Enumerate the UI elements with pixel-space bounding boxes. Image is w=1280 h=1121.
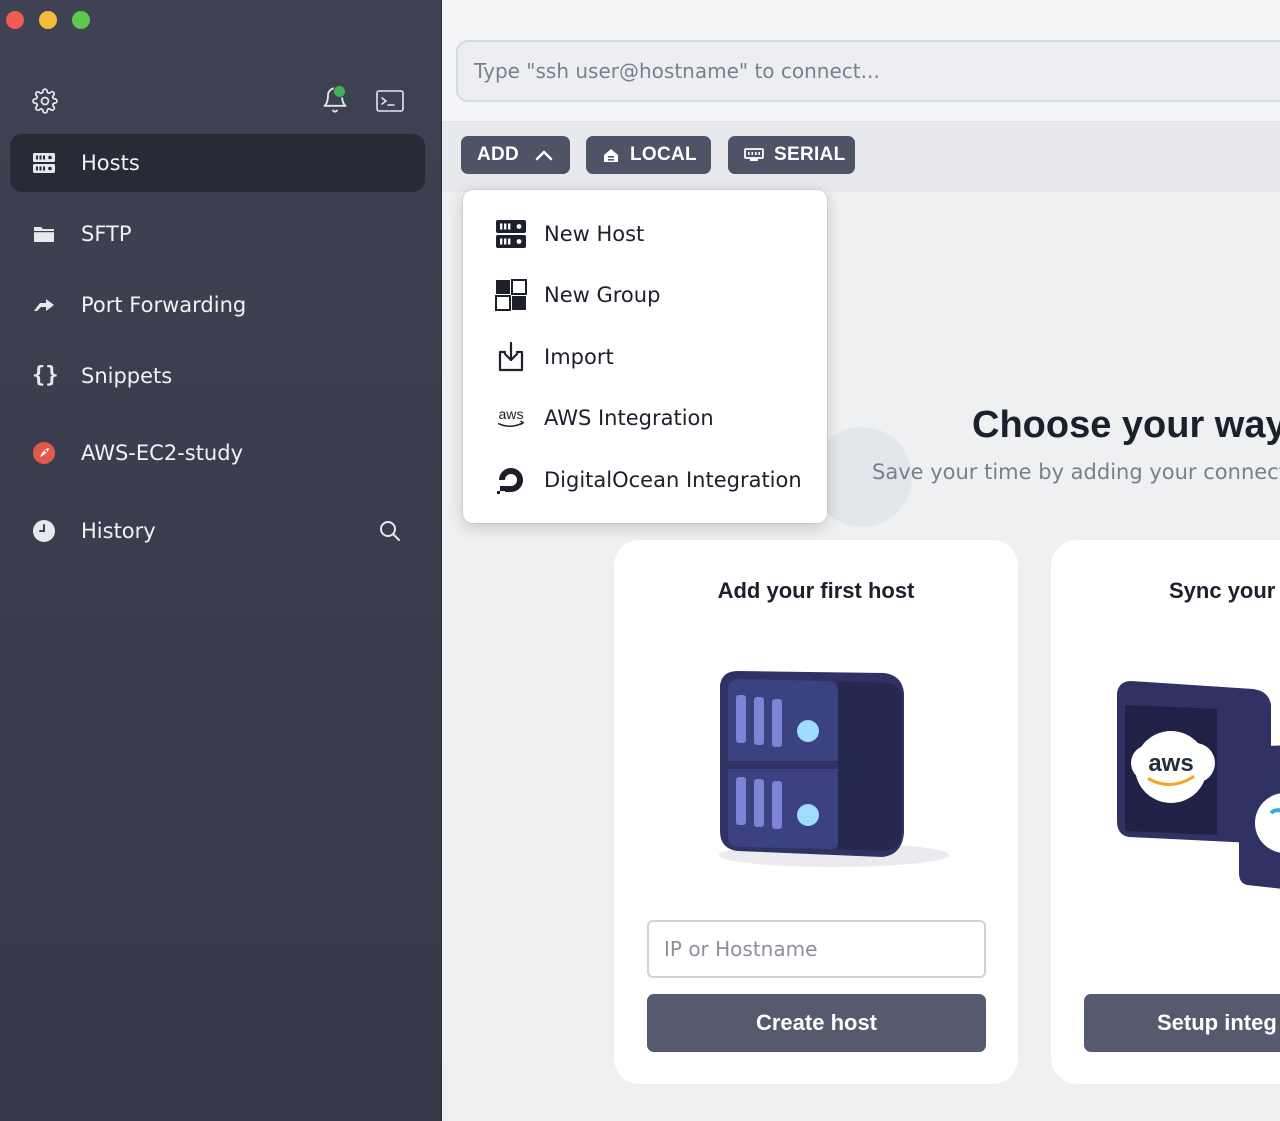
aws-icon: aws <box>495 402 527 434</box>
digitalocean-icon <box>495 464 527 496</box>
sidebar-item-label: AWS-EC2-study <box>81 441 244 465</box>
import-icon <box>495 341 527 373</box>
window-close-button[interactable] <box>6 11 24 29</box>
terminal-icon[interactable] <box>376 89 404 117</box>
sidebar-item-snippets[interactable]: {} Snippets <box>10 347 425 405</box>
forward-arrow-icon <box>32 293 58 317</box>
aws-logo-text: aws <box>1148 750 1193 777</box>
add-host-card: Add your first host Create host <box>614 540 1018 1084</box>
menu-item-import[interactable]: Import <box>463 327 827 387</box>
page-subtitle: Save your time by adding your connectio <box>872 460 1280 484</box>
search-icon[interactable] <box>378 519 402 547</box>
sidebar-item-label: Hosts <box>81 151 140 175</box>
quick-connect-input[interactable] <box>456 40 1280 102</box>
chevron-up-icon <box>535 149 553 161</box>
sidebar-item-port-forwarding[interactable]: Port Forwarding <box>10 276 425 334</box>
ec2-rocket-icon <box>32 441 58 465</box>
menu-item-new-group[interactable]: New Group <box>463 265 827 325</box>
sidebar-item-history[interactable]: History <box>10 502 425 560</box>
home-icon <box>602 146 620 164</box>
menu-item-label: New Host <box>544 222 645 246</box>
notification-dot <box>333 85 346 98</box>
braces-icon: {} <box>32 363 59 388</box>
menu-item-label: New Group <box>544 283 661 307</box>
server-icon <box>32 151 58 175</box>
sidebar-item-label: Port Forwarding <box>81 293 247 317</box>
sidebar: Hosts SFTP Port Forwarding {} Snippets A… <box>0 0 442 1121</box>
folder-icon <box>32 222 58 246</box>
group-icon <box>495 279 527 311</box>
menu-item-label: AWS Integration <box>544 406 714 430</box>
gear-icon[interactable] <box>32 88 58 118</box>
sync-integration-card: Sync your aws Setup integ <box>1051 540 1280 1084</box>
bell-icon[interactable] <box>321 85 349 118</box>
server-icon <box>495 218 527 250</box>
window-minimize-button[interactable] <box>39 11 57 29</box>
sidebar-item-sftp[interactable]: SFTP <box>10 205 425 263</box>
local-button-label: LOCAL <box>630 144 697 165</box>
top-bar <box>442 0 1280 122</box>
server-illustration-icon <box>714 665 954 879</box>
window-zoom-button[interactable] <box>72 11 90 29</box>
card-title: Sync your <box>1169 578 1276 603</box>
clock-icon <box>32 519 58 543</box>
ip-hostname-input[interactable] <box>647 920 986 978</box>
add-dropdown-menu: New Host New Group Import aws AWS Integr… <box>463 190 827 523</box>
menu-item-aws-integration[interactable]: aws AWS Integration <box>463 388 827 448</box>
serial-button-label: SERIAL <box>774 144 846 165</box>
menu-item-new-host[interactable]: New Host <box>463 204 827 264</box>
serial-button[interactable]: SERIAL <box>728 136 855 174</box>
local-button[interactable]: LOCAL <box>586 136 711 174</box>
add-button-label: ADD <box>477 144 520 165</box>
menu-item-label: Import <box>544 345 614 369</box>
create-host-button[interactable]: Create host <box>647 994 986 1052</box>
serial-port-icon <box>744 147 764 163</box>
sidebar-item-hosts[interactable]: Hosts <box>10 134 425 192</box>
svg-text:aws: aws <box>498 406 523 422</box>
sidebar-item-label: SFTP <box>81 222 132 246</box>
menu-item-digitalocean-integration[interactable]: DigitalOcean Integration <box>463 450 827 510</box>
page-title: Choose your way <box>972 404 1280 446</box>
menu-item-label: DigitalOcean Integration <box>544 468 802 492</box>
cloud-integration-illustration-icon: aws <box>1113 675 1280 894</box>
sidebar-item-label: History <box>81 519 156 543</box>
add-button[interactable]: ADD <box>461 136 570 174</box>
sidebar-item-label: Snippets <box>81 364 173 388</box>
sidebar-item-aws-ec2-study[interactable]: AWS-EC2-study <box>10 424 425 482</box>
setup-integration-button[interactable]: Setup integ <box>1084 994 1280 1052</box>
card-title: Add your first host <box>717 578 915 603</box>
hosts-toolbar: ADD LOCAL SERIAL <box>442 122 1280 192</box>
